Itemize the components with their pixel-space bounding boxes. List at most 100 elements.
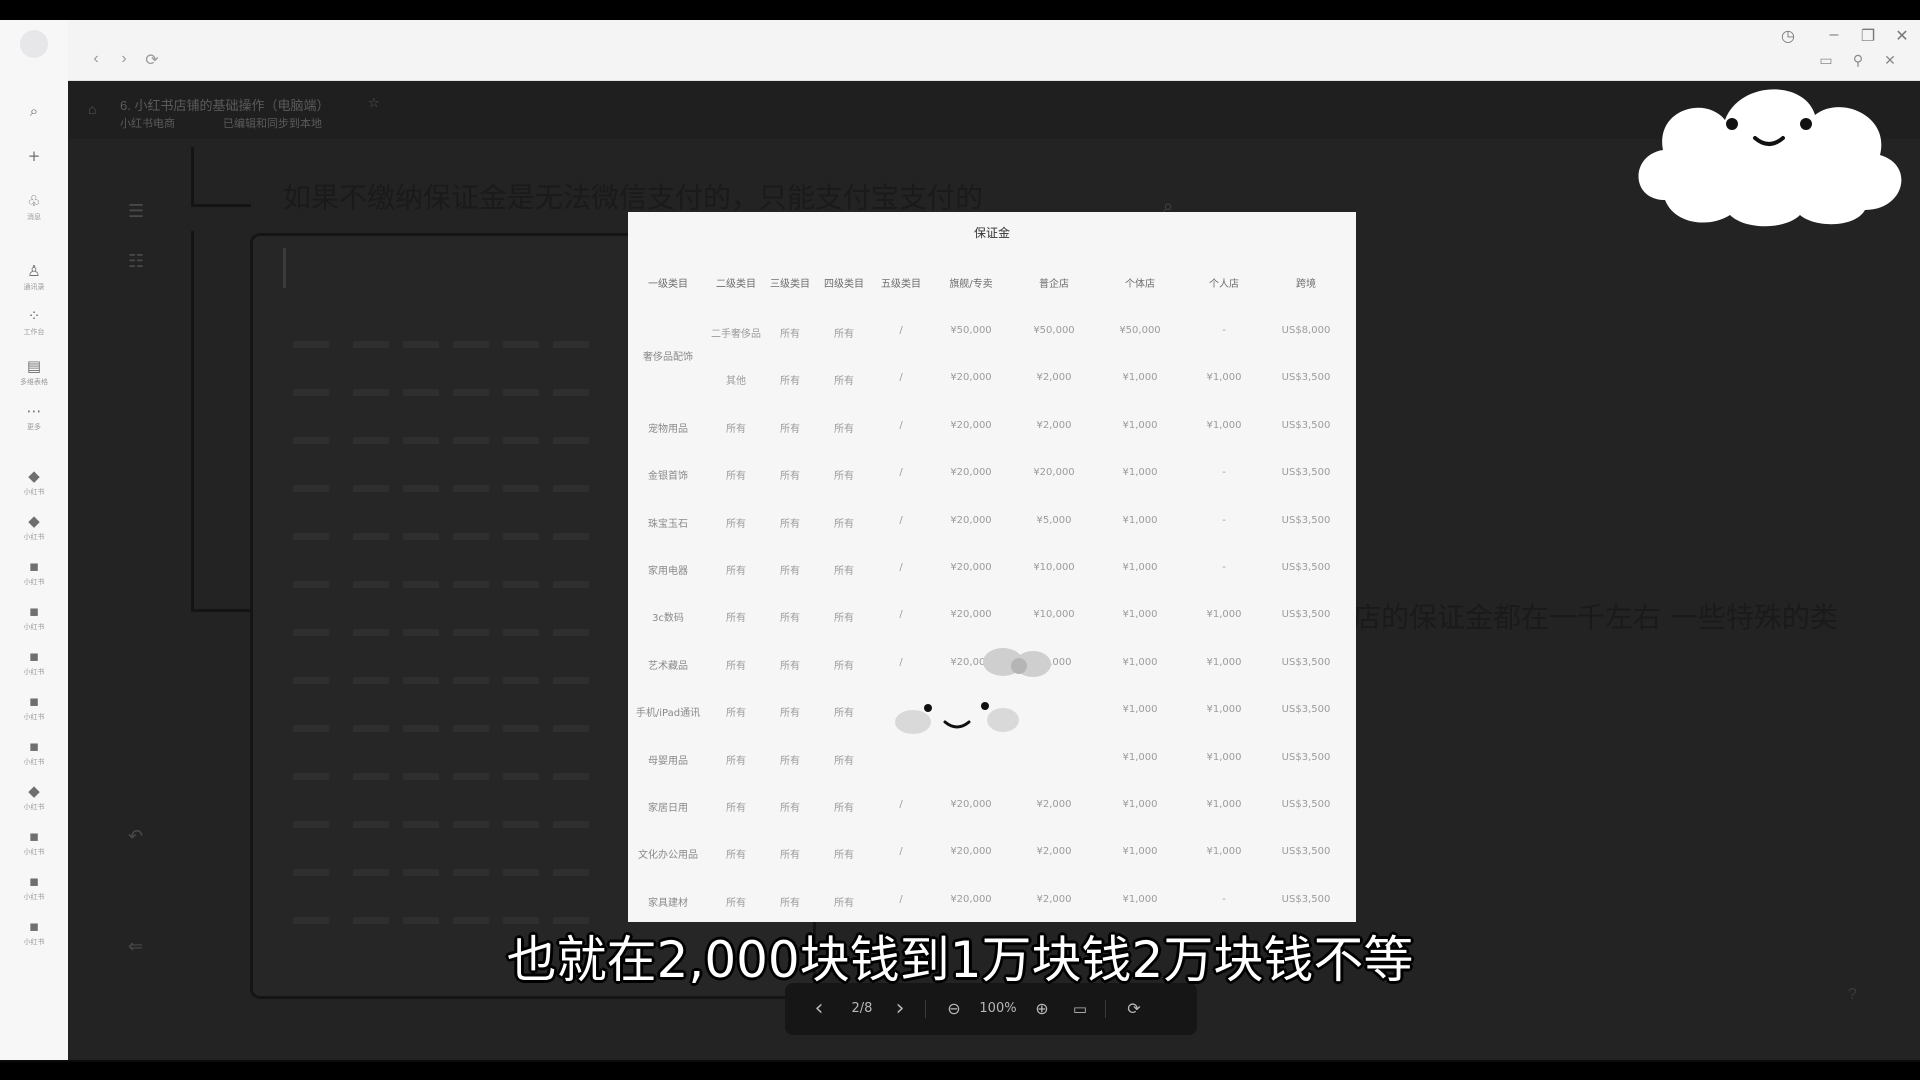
table-cell: 所有 [726,471,746,483]
minimize-button[interactable]: – [1822,26,1846,44]
mindmap-heading[interactable]: 如果不缴纳保证金是无法微信支付的，只能支付宝支付的 [283,176,983,216]
close-tab-icon[interactable]: ✕ [1880,52,1900,69]
dimmed-table-cell [453,629,489,636]
sub-breadcrumb[interactable]: 小红书电商 [120,115,175,131]
next-page-button[interactable]: › [890,997,910,1021]
dimmed-table-cell [353,437,389,444]
dimmed-table-cell [353,485,389,492]
table-cell: ¥50,000 [950,325,992,336]
table-cell: 所有 [726,613,746,625]
sidebar-item[interactable]: ▪ 小红书 [8,730,60,774]
maximize-button[interactable]: ❐ [1856,26,1880,46]
table-cell: ¥50,000 [1119,325,1161,336]
category-cell: 母婴用品 [648,755,688,767]
table-cell: - [1222,893,1226,905]
tree-connector [191,147,194,207]
dimmed-table-cell [353,581,389,588]
sidebar-item-label: 小红书 [23,577,45,586]
dimmed-table-cell [403,677,439,684]
sidebar-item[interactable]: ◆ 小红书 [8,775,60,819]
dimmed-table-cell [353,629,389,636]
refresh-button[interactable]: ⟳ [142,50,162,70]
table-cell: ¥2,000 [1036,846,1072,858]
forward-button[interactable]: › [114,50,134,68]
category-cell: 艺术藏品 [648,660,688,672]
table-cell: 所有 [834,376,854,388]
prev-page-button[interactable]: ‹ [809,997,829,1021]
dimmed-table-cell [453,485,489,492]
table-cell: 所有 [780,660,800,672]
sidebar-item[interactable]: ◆ 小红书 [8,505,60,549]
table-cell: ¥1,000 [1122,372,1158,384]
table-cell: US$8,000 [1281,325,1331,336]
dimmed-table-cell [293,773,329,780]
sidebar-item-label: 小红书 [23,487,45,496]
dimmed-table-cell [293,533,329,540]
table-cell: ¥1,000 [1206,419,1242,431]
sidebar-item[interactable]: ◆ 小红书 [8,460,60,504]
sidebar-item[interactable]: ▪ 小红书 [8,550,60,594]
sidebar-item[interactable]: ♙ 通讯录 [8,255,60,299]
sidebar-item[interactable]: ♧ 消息 [8,185,60,229]
sidebar-item[interactable]: ▪ 小红书 [8,820,60,864]
back-button[interactable]: ‹ [86,50,106,68]
tree-connector [191,609,251,612]
table-cell: 所有 [780,803,800,814]
sidebar-item[interactable]: ▪ 小红书 [8,865,60,909]
table-cell: ¥20,000 [950,467,992,479]
table-cell: ¥1,000 [1206,372,1242,384]
table-cell: ¥2,000 [1036,419,1072,431]
sidebar-item[interactable]: + [8,135,60,179]
dimmed-table-cell [403,485,439,492]
dimmed-table-cell [403,437,439,444]
outline-icon[interactable]: ☰ [128,201,144,222]
table-cell: ¥20,000 [950,419,992,431]
sidebar-item[interactable]: ⁘ 工作台 [8,300,60,344]
close-button[interactable]: ✕ [1890,26,1914,46]
dimmed-table-cell [293,485,329,492]
category-cell: 3c数码 [652,613,684,625]
rotate-icon[interactable]: ⟳ [1122,997,1146,1021]
table-cell: ¥20,000 [950,372,992,384]
breadcrumb[interactable]: 6. 小红书店铺的基础操作（电脑端） [120,95,329,114]
zoom-out-icon[interactable]: ⊖ [942,997,966,1021]
image-viewer[interactable]: 保证金 一级类目 二级类目 三级类目 四级类目 五级类目 旗舰/专卖 普企店 个体店 个人店 跨境… [628,212,1356,922]
sidebar-item[interactable]: ▪ 小红书 [8,685,60,729]
doc-icon: ▤ [26,356,42,375]
list-icon[interactable]: ☷ [128,251,144,272]
sidebar-item[interactable]: ⋯ 更多 [8,395,60,439]
table-cell: 所有 [834,566,854,577]
screen-icon[interactable]: ▭ [1816,52,1836,69]
sidebar-item[interactable]: ▪ 小红书 [8,640,60,684]
mindmap-node-text[interactable]: 店的保证金都在一千左右 一些特殊的类 [1353,596,1838,636]
app-icon: ◆ [28,781,40,800]
dimmed-table-cell [453,389,489,396]
dimmed-table-cell [453,773,489,780]
table-cell: ¥1,000 [1122,562,1158,573]
sidebar-item-label: 小红书 [23,892,45,901]
table-cell: 所有 [726,518,746,530]
clock-icon[interactable]: ◷ [1776,26,1800,46]
star-icon[interactable]: ☆ [368,95,380,111]
zoom-in-icon[interactable]: ⊕ [1030,997,1054,1021]
dimmed-table-cell [553,341,589,348]
sidebar-item[interactable]: ▤ 多维表格 [8,350,60,394]
sidebar-item[interactable]: ⌕ [8,90,60,134]
app-icon: ▪ [28,691,40,710]
table-cell: ¥20,000 [950,799,992,810]
table-cell: 二手奢侈品 [711,329,761,340]
fit-screen-icon[interactable]: ▭ [1068,997,1092,1021]
pin-icon[interactable]: ⚲ [1848,52,1868,69]
table-cell: ¥1,000 [1206,704,1242,716]
dimmed-table-cell [553,677,589,684]
table-cell: 所有 [780,471,800,483]
table-cell: / [899,514,903,526]
table-cell: ¥1,000 [1206,751,1242,763]
home-icon[interactable]: ⌂ [88,101,96,117]
app-sidebar: ⌕ + ♧ 消息 ♙ 通讯录 ⁘ 工作台 ▤ 多维表格 ⋯ 更多 ◆ 小红书 ◆ 小红书 ▪ 小红书 ▪ 小红书 ▪ 小红… [0,20,69,1060]
sidebar-item[interactable]: ▪ 小红书 [8,595,60,639]
category-cell: 手机/iPad通讯 [635,708,701,720]
dimmed-table-cell [403,533,439,540]
dimmed-table-cell [293,677,329,684]
undo-icon[interactable]: ↶ [128,826,143,847]
